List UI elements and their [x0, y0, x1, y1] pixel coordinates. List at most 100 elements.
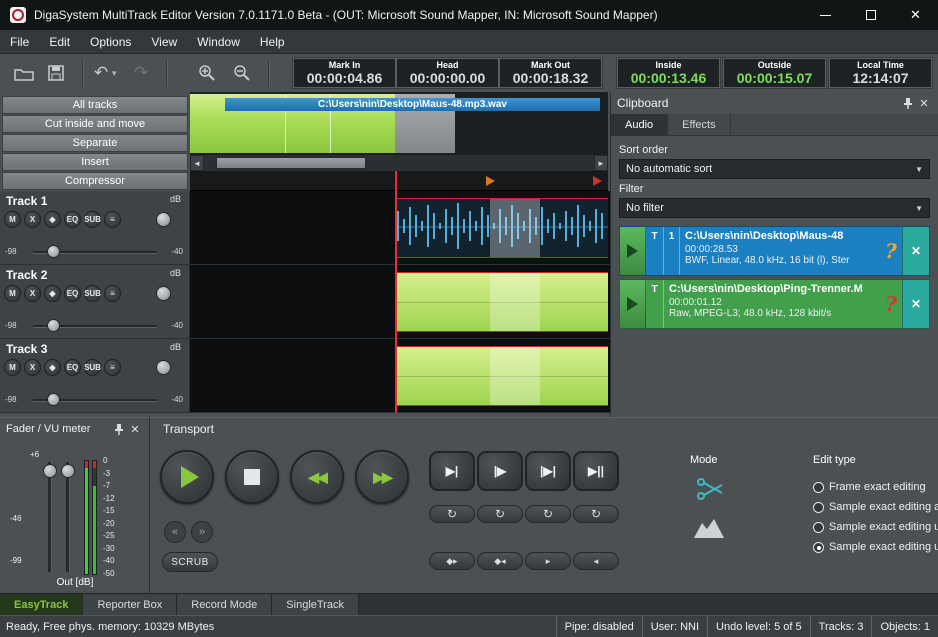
scrollbar-thumb[interactable]	[216, 157, 366, 169]
marker-icon[interactable]	[486, 176, 495, 186]
step-right-button[interactable]: ▸	[525, 552, 571, 570]
step-left-button[interactable]: ◂	[573, 552, 619, 570]
stop-button[interactable]	[225, 450, 279, 504]
edit-option-sample-exact-3[interactable]: Sample exact editing us	[813, 540, 938, 554]
previous-button[interactable]: «	[164, 521, 186, 543]
entry-play-button[interactable]	[620, 280, 646, 328]
audio-region[interactable]	[395, 346, 608, 406]
save-button[interactable]	[48, 60, 64, 86]
undo-button[interactable]: ↶ ▼	[94, 60, 118, 86]
scroll-left-arrow[interactable]: ◄	[190, 155, 204, 171]
fader-panel-close-button[interactable]: ✕	[127, 421, 143, 437]
track-3-lane[interactable]	[190, 339, 610, 413]
filter-select[interactable]: No filter ▼	[619, 198, 930, 218]
menu-item-window[interactable]: Window	[187, 30, 250, 53]
track-menu-button[interactable]: ≡	[104, 211, 121, 228]
pan-knob[interactable]	[156, 360, 171, 375]
all-tracks-button[interactable]: All tracks	[2, 96, 188, 114]
mute-button[interactable]: M	[4, 359, 21, 376]
entry-remove-button[interactable]: ✕	[902, 227, 929, 275]
timeline-ruler[interactable]	[190, 171, 608, 191]
overview-waveform[interactable]: C:\Users\nin\Desktop\Maus-48.mp3.wav	[190, 92, 608, 155]
playhead-cursor[interactable]	[395, 171, 397, 413]
open-button[interactable]	[14, 60, 34, 86]
overview-file-title[interactable]: C:\Users\nin\Desktop\Maus-48.mp3.wav	[225, 98, 600, 111]
fast-forward-button[interactable]: ▶▶	[355, 450, 409, 504]
menu-item-help[interactable]: Help	[250, 30, 295, 53]
sort-order-select[interactable]: No automatic sort ▼	[619, 159, 930, 179]
rewind-button[interactable]: ◀◀	[290, 450, 344, 504]
play-button[interactable]	[160, 450, 214, 504]
cut-mode-button[interactable]	[697, 478, 723, 505]
overview-scrollbar[interactable]: ◄ ►	[190, 155, 608, 171]
pfl-button[interactable]: ◆	[44, 285, 61, 302]
mute-button[interactable]: M	[4, 211, 21, 228]
entry-remove-button[interactable]: ✕	[902, 280, 929, 328]
solo-button[interactable]: X	[24, 285, 41, 302]
redo-button[interactable]: ↷	[134, 60, 148, 86]
track-1-lane[interactable]	[190, 191, 610, 265]
sub-button[interactable]: SUB	[84, 211, 101, 228]
loop-button[interactable]: ↻	[573, 505, 619, 523]
menu-item-view[interactable]: View	[141, 30, 187, 53]
track-menu-button[interactable]: ≡	[104, 285, 121, 302]
menu-item-options[interactable]: Options	[80, 30, 141, 53]
pfl-button[interactable]: ◆	[44, 211, 61, 228]
pin-button[interactable]	[900, 95, 916, 111]
edit-option-sample-exact-1[interactable]: Sample exact editing at	[813, 500, 938, 514]
play-around-button[interactable]: ▶||	[573, 451, 619, 491]
fader-knob[interactable]	[43, 464, 57, 478]
entry-play-button[interactable]	[620, 227, 646, 275]
cut-inside-and-move-button[interactable]: Cut inside and move	[2, 115, 188, 133]
sub-button[interactable]: SUB	[84, 359, 101, 376]
eq-button[interactable]: EQ	[64, 285, 81, 302]
play-selection-button[interactable]: |▶|	[525, 451, 571, 491]
audio-region[interactable]	[395, 272, 608, 332]
separate-button[interactable]: Separate	[2, 134, 188, 152]
fader-knob[interactable]	[47, 393, 60, 406]
zoom-out-button[interactable]	[233, 60, 251, 86]
tab-easytrack[interactable]: EasyTrack	[0, 594, 83, 615]
clipboard-entry[interactable]: T 1 C:\Users\nin\Desktop\Maus-48 00:00:2…	[619, 226, 930, 276]
output-fader-right[interactable]	[66, 462, 70, 572]
tab-reporter-box[interactable]: Reporter Box	[83, 594, 177, 615]
edit-option-sample-exact-2[interactable]: Sample exact editing us	[813, 520, 938, 534]
output-fader-left[interactable]	[48, 462, 52, 572]
close-button[interactable]: ✕	[893, 0, 938, 30]
play-to-mark-button[interactable]: ▶|	[429, 451, 475, 491]
mute-button[interactable]: M	[4, 285, 21, 302]
minimize-button[interactable]	[803, 0, 848, 30]
tab-audio[interactable]: Audio	[611, 114, 668, 135]
menu-item-edit[interactable]: Edit	[39, 30, 80, 53]
fader-knob[interactable]	[47, 319, 60, 332]
loop-button[interactable]: ↻	[477, 505, 523, 523]
clipboard-close-button[interactable]: ✕	[916, 95, 932, 111]
sub-button[interactable]: SUB	[84, 285, 101, 302]
tab-singletrack[interactable]: SingleTrack	[272, 594, 359, 615]
play-from-mark-button[interactable]: |▶	[477, 451, 523, 491]
solo-button[interactable]: X	[24, 359, 41, 376]
pan-knob[interactable]	[156, 286, 171, 301]
solo-button[interactable]: X	[24, 211, 41, 228]
scrub-button[interactable]: SCRUB	[162, 552, 218, 572]
scroll-right-arrow[interactable]: ►	[594, 155, 608, 171]
track-2-lane[interactable]	[190, 265, 610, 339]
nudge-left-button[interactable]: ◆◂	[477, 552, 523, 570]
loop-button[interactable]: ↻	[429, 505, 475, 523]
pan-knob[interactable]	[156, 212, 171, 227]
fader-knob[interactable]	[61, 464, 75, 478]
tab-effects[interactable]: Effects	[668, 114, 730, 135]
compressor-button[interactable]: Compressor	[2, 172, 188, 190]
clipboard-entry[interactable]: T C:\Users\nin\Desktop\Ping-Trenner.M 00…	[619, 279, 930, 329]
insert-button[interactable]: Insert	[2, 153, 188, 171]
menu-item-file[interactable]: File	[0, 30, 39, 53]
pfl-button[interactable]: ◆	[44, 359, 61, 376]
maximize-button[interactable]	[848, 0, 893, 30]
loop-button[interactable]: ↻	[525, 505, 571, 523]
pin-button[interactable]	[111, 421, 127, 437]
track-menu-button[interactable]: ≡	[104, 359, 121, 376]
audio-region[interactable]	[395, 198, 608, 258]
fader-knob[interactable]	[47, 245, 60, 258]
nudge-right-button[interactable]: ◆▸	[429, 552, 475, 570]
edit-option-frame-exact[interactable]: Frame exact editing	[813, 480, 938, 494]
